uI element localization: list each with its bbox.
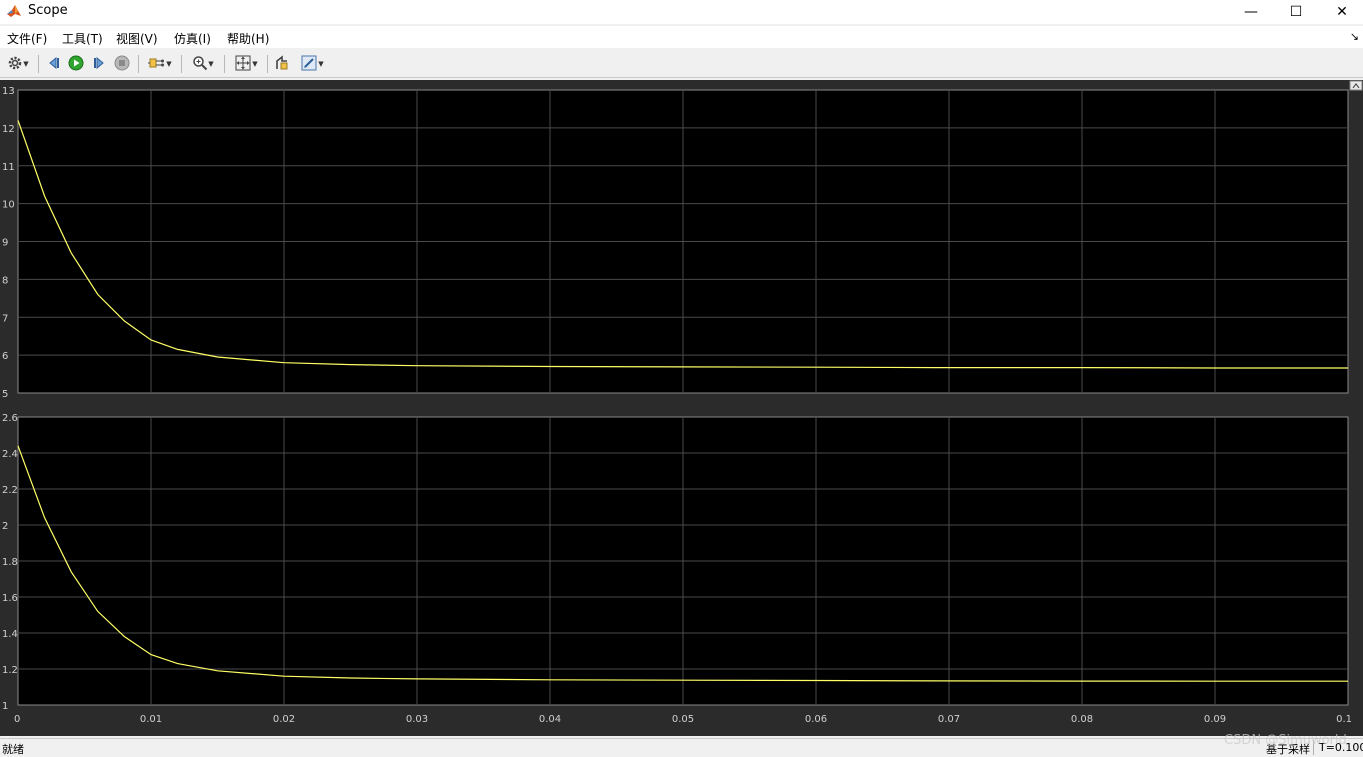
y-tick-label: 1.8	[2, 557, 18, 568]
highlight-block-button[interactable]	[272, 54, 292, 74]
x-tick-label: 0.01	[140, 714, 162, 725]
menu-help[interactable]: 帮助(H)	[227, 30, 269, 47]
maximize-button[interactable]: ☐	[1273, 0, 1319, 24]
minimize-button[interactable]: —	[1228, 0, 1274, 24]
chevron-down-icon: ▼	[318, 60, 324, 68]
x-tick-label: 0.05	[672, 714, 694, 725]
y-tick-label: 10	[2, 200, 15, 211]
x-tick-label: 0.03	[406, 714, 428, 725]
stop-button[interactable]	[112, 54, 132, 74]
x-tick-label: 0.08	[1071, 714, 1093, 725]
toolbar-separator	[224, 55, 225, 73]
status-text: 就绪	[2, 743, 24, 756]
y-tick-label: 8	[2, 275, 8, 286]
toolbar-separator	[138, 55, 139, 73]
y-tick-label: 1.4	[2, 629, 18, 640]
y-tick-label: 2.4	[2, 449, 18, 460]
y-tick-label: 1	[2, 701, 8, 712]
menu-overflow-icon[interactable]: ↘	[1350, 30, 1359, 43]
x-tick-label: 0.07	[938, 714, 960, 725]
x-tick-label: 0.02	[273, 714, 295, 725]
step-back-icon	[46, 55, 62, 74]
highlight-block-icon	[274, 54, 290, 74]
zoom-icon	[192, 55, 208, 74]
y-tick-label: 2.6	[2, 413, 18, 424]
autoscale-button[interactable]: ▼	[229, 54, 263, 74]
x-tick-label: 0.04	[539, 714, 561, 725]
x-tick-label: 0.09	[1204, 714, 1226, 725]
menu-tools[interactable]: 工具(T)	[62, 30, 103, 47]
autoscale-icon	[234, 54, 252, 75]
status-bar: 就绪 基于采样 T=0.100	[0, 738, 1363, 757]
y-tick-label: 13	[2, 86, 15, 97]
menu-file[interactable]: 文件(F)	[7, 30, 47, 47]
y-tick-label: 12	[2, 124, 15, 135]
run-icon	[68, 55, 84, 74]
signal-selection-button[interactable]: ▼	[144, 54, 176, 74]
chevron-down-icon: ▼	[23, 60, 29, 68]
y-tick-label: 1.2	[2, 665, 18, 676]
menu-simulation[interactable]: 仿真(I)	[174, 30, 211, 47]
signal-selection-icon	[148, 55, 166, 74]
toolbar-separator	[267, 55, 268, 73]
x-tick-label: 0.1	[1336, 714, 1352, 725]
y-tick-label: 6	[2, 351, 8, 362]
style-button[interactable]: ▼	[296, 54, 328, 74]
toolbar: ▼ ▼ ▼ ▼ ▼	[0, 51, 1363, 78]
scope-display-area: 5 6 7 8 9 10 11 12 13 0 0.01 0.02 0.03 0.04 0.05 0.06 0.…	[0, 80, 1363, 736]
step-forward-icon	[91, 55, 107, 74]
zoom-button[interactable]: ▼	[187, 54, 219, 74]
style-icon	[300, 54, 318, 75]
step-forward-button[interactable]	[89, 54, 109, 74]
window-title: Scope	[28, 3, 68, 18]
y-tick-label: 9	[2, 238, 8, 249]
menu-bar: 文件(F) 工具(T) 视图(V) 仿真(I) 帮助(H) ↘	[0, 26, 1363, 48]
menu-view[interactable]: 视图(V)	[116, 30, 158, 47]
y-tick-label: 2.2	[2, 485, 18, 496]
y-tick-label: 7	[2, 313, 8, 324]
chevron-down-icon: ▼	[252, 60, 258, 68]
x-tick-label: 0	[14, 714, 20, 725]
undock-button[interactable]	[1349, 80, 1363, 91]
gear-icon	[7, 55, 23, 74]
y-tick-label: 1.6	[2, 593, 18, 604]
chevron-down-icon: ▼	[166, 60, 172, 68]
scope-plots: 56789101112130 0.01 0.02 0.03 0.04 0.05 0.06 0.…	[2, 80, 1363, 725]
stop-icon	[114, 55, 130, 74]
watermark-text: CSDN @Simuworld	[1224, 733, 1347, 748]
configuration-properties-button[interactable]: ▼	[3, 54, 33, 74]
y-tick-label: 5	[2, 389, 8, 400]
x-tick-label: 0.06	[805, 714, 827, 725]
toolbar-separator	[38, 55, 39, 73]
matlab-logo-icon	[6, 3, 22, 19]
y-tick-label: 2	[2, 521, 8, 532]
close-button[interactable]: ✕	[1319, 0, 1363, 24]
title-bar: Scope — ☐ ✕	[0, 0, 1363, 24]
y-tick-label: 11	[2, 162, 15, 173]
step-back-button[interactable]	[44, 54, 64, 74]
run-button[interactable]	[66, 54, 86, 74]
chevron-down-icon: ▼	[208, 60, 214, 68]
toolbar-separator	[181, 55, 182, 73]
